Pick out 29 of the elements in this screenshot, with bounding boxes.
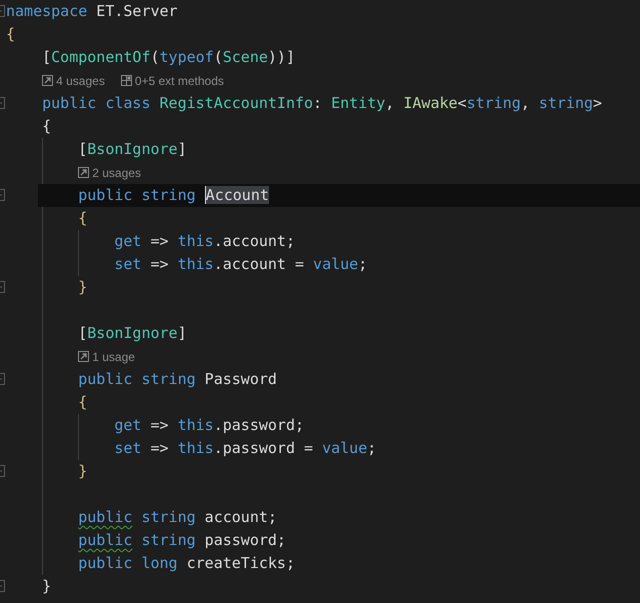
code-line: { [78,208,88,229]
reference-arrow-icon [78,351,90,362]
code-line: get => this.account; [114,231,295,252]
code-line: public string Account [78,185,269,206]
reference-arrow-icon [42,75,54,86]
code-line: } [78,277,88,298]
code-line: { [78,392,88,413]
code-line: public string account; [78,507,277,528]
codelens-link[interactable]: 2 usages [78,166,141,180]
code-line: public class RegistAccountInfo: Entity, IAwake<string, string> [42,93,602,114]
code-line: public string Password [78,369,277,390]
code-line: set => this.account = value; [114,254,368,275]
code-line: } [42,576,52,597]
code-line: [BsonIgnore] [78,139,187,160]
code-line: set => this.password = value; [114,438,376,459]
code-line: [BsonIgnore] [78,323,187,344]
reference-arrow-icon [78,167,90,178]
code-line: namespace ET.Server [6,1,178,22]
code-line: get => this.password; [114,415,304,436]
code-line: public long createTicks; [78,553,295,574]
code-line: } [78,461,88,482]
codelens-link[interactable]: 0+5 ext methods [120,74,224,88]
grid-icon [120,75,132,86]
code-line: [ComponentOf(typeof(Scene))] [42,47,295,68]
codelens-link[interactable]: 1 usage [78,350,135,364]
code-line: { [6,24,16,45]
code-line: public string password; [78,530,286,551]
codelens-link[interactable]: 4 usages [42,74,105,88]
code-line: { [42,116,52,137]
